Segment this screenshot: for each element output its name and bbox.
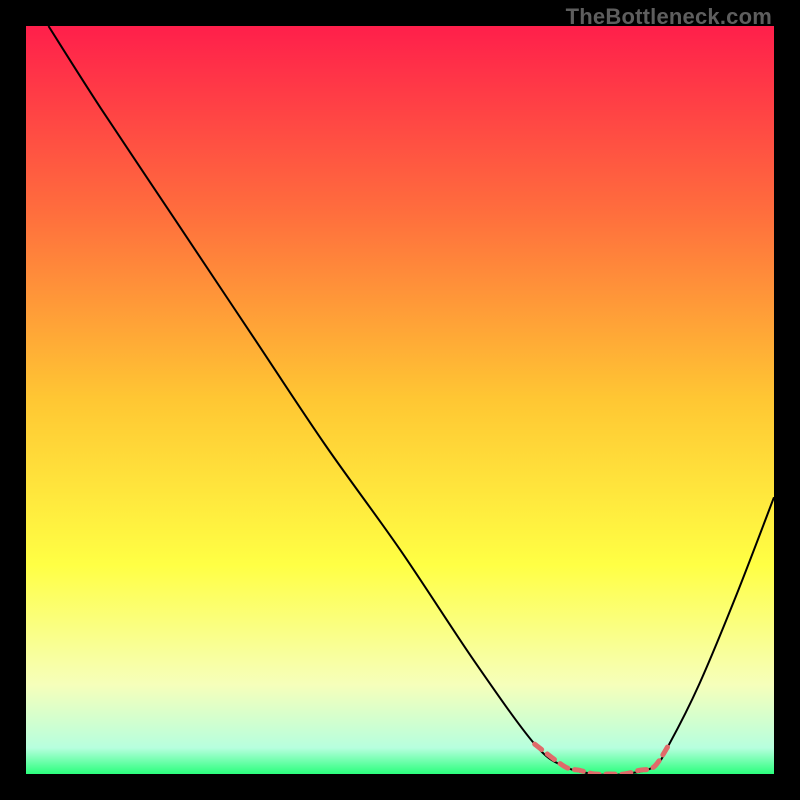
gradient-background: [26, 26, 774, 774]
chart-svg: [26, 26, 774, 774]
watermark-text: TheBottleneck.com: [566, 4, 772, 30]
plot-area: [26, 26, 774, 774]
chart-frame: TheBottleneck.com: [0, 0, 800, 800]
